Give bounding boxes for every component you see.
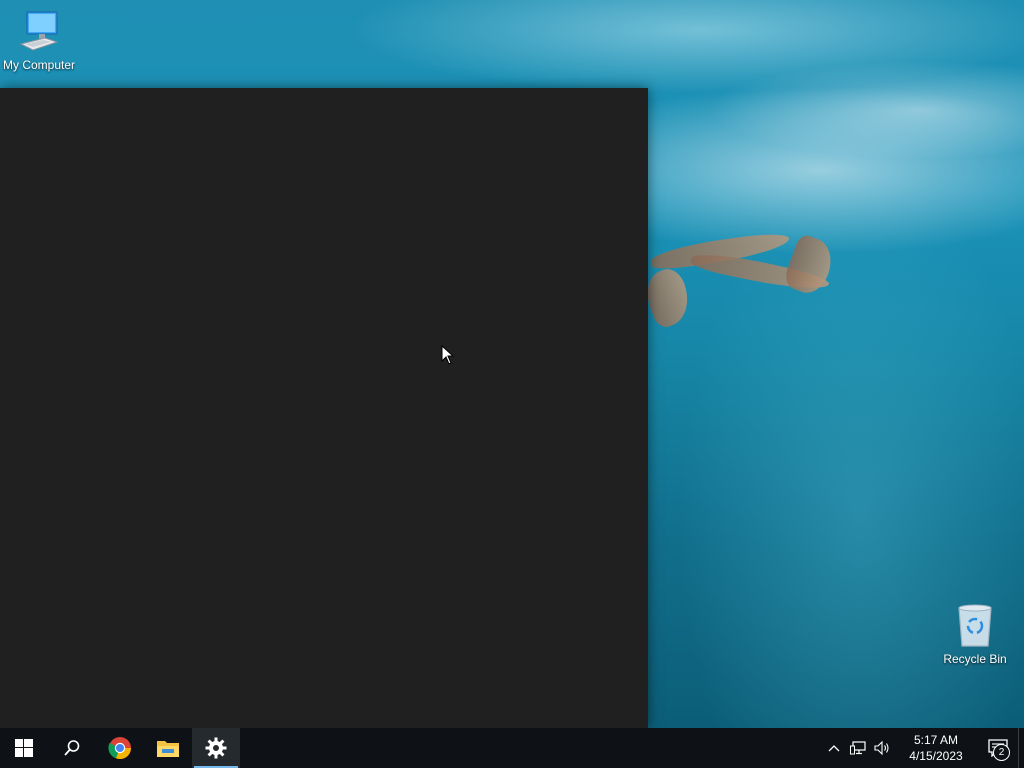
notification-count-badge: 2 <box>993 744 1010 761</box>
mouse-cursor-icon <box>441 345 455 365</box>
search-button[interactable] <box>48 728 96 768</box>
desktop-icon-my-computer[interactable]: My Computer <box>0 8 81 72</box>
folder-icon <box>157 741 179 757</box>
clock-date: 4/15/2023 <box>909 749 963 763</box>
show-hidden-icons-button[interactable] <box>822 728 846 768</box>
clock[interactable]: 5:17 AM 4/15/2023 <box>898 732 974 764</box>
network-icon <box>850 741 866 755</box>
network-button[interactable] <box>846 728 870 768</box>
start-button[interactable] <box>0 728 48 768</box>
desktop-icon-label: Recycle Bin <box>943 652 1007 666</box>
desktop-icon-recycle-bin[interactable]: Recycle Bin <box>933 602 1017 666</box>
desktop-icon-label: My Computer <box>2 58 76 72</box>
chrome-icon <box>108 737 132 760</box>
taskbar-file-explorer-button[interactable] <box>144 728 192 768</box>
taskbar-settings-button[interactable] <box>192 728 240 768</box>
wallpaper-detail <box>781 232 839 299</box>
clock-time: 5:17 AM <box>913 733 959 747</box>
app-window[interactable] <box>0 88 648 728</box>
taskbar-chrome-button[interactable] <box>96 728 144 768</box>
gear-icon <box>205 737 227 759</box>
windows-logo-icon <box>15 739 33 757</box>
volume-button[interactable] <box>870 728 894 768</box>
volume-icon <box>874 741 889 755</box>
monitor-icon <box>19 11 59 51</box>
desktop: My Computer Recycle Bin 5:17 AM 4/15/202… <box>0 0 1024 768</box>
recycle-bin-icon <box>958 604 992 647</box>
show-desktop-button[interactable] <box>1018 728 1024 768</box>
search-icon <box>64 740 80 756</box>
system-tray: 5:17 AM 4/15/2023 2 <box>822 728 1024 768</box>
wallpaper-detail <box>639 264 697 331</box>
chevron-up-icon <box>828 745 840 752</box>
action-center-button[interactable]: 2 <box>978 728 1018 768</box>
taskbar: 5:17 AM 4/15/2023 2 <box>0 728 1024 768</box>
